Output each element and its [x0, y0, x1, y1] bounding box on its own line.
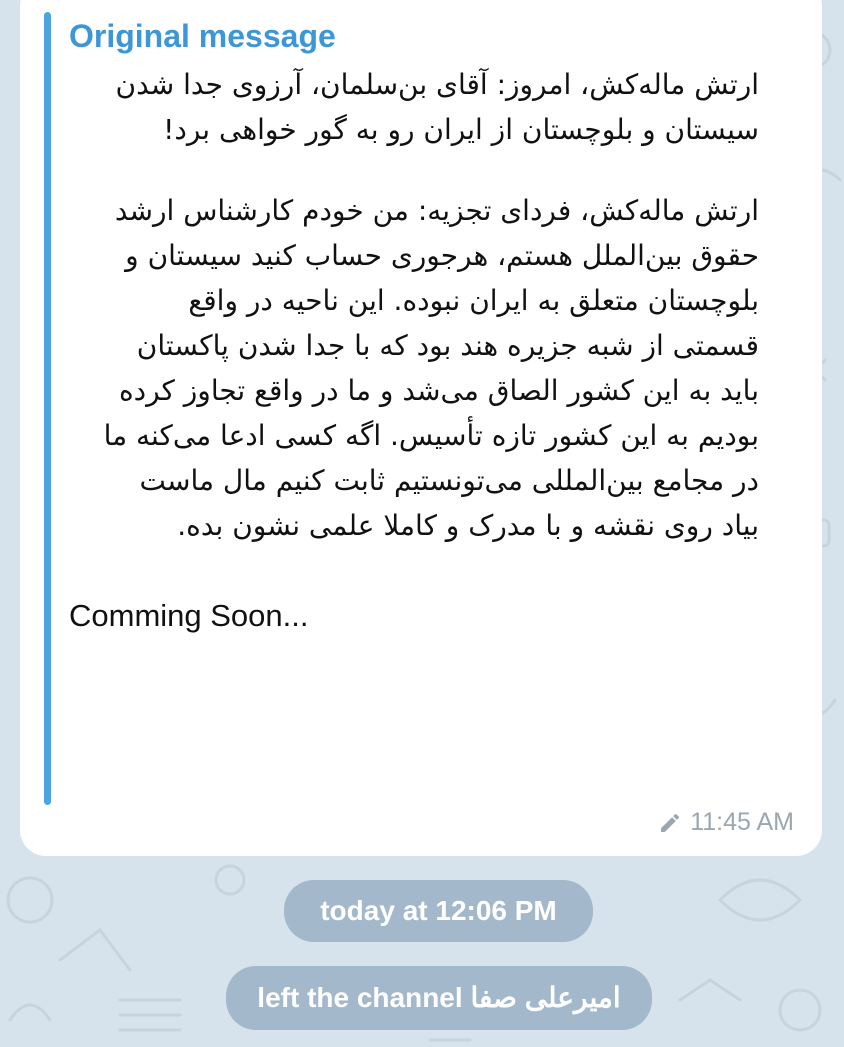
message-body: ارتش ماله‌کش، امروز: آقای بن‌سلمان، آرزو…	[69, 62, 759, 638]
message-paragraph-1: ارتش ماله‌کش، امروز: آقای بن‌سلمان، آرزو…	[115, 68, 759, 146]
left-text: left the channel	[257, 982, 463, 1013]
quote-title[interactable]: Original message	[69, 16, 336, 56]
quote-bar	[44, 12, 51, 805]
date-label: today at 12:06 PM	[320, 895, 557, 926]
date-separator: today at 12:06 PM	[284, 880, 593, 942]
message-time: 11:45 AM	[690, 808, 794, 836]
message-meta: 11:45 AM	[658, 808, 794, 837]
pencil-icon	[658, 811, 682, 835]
message-paragraph-2: ارتش ماله‌کش، فردای تجزیه: من خودم کارشن…	[103, 194, 759, 542]
chat-background: Original message ارتش ماله‌کش، امروز: آق…	[0, 0, 844, 1047]
user-name-link[interactable]: امیرعلی صفا	[470, 982, 620, 1013]
message-bubble[interactable]: Original message ارتش ماله‌کش، امروز: آق…	[20, 0, 822, 856]
service-message-left: left the channel امیرعلی صفا	[226, 966, 652, 1030]
message-paragraph-3: Comming Soon...	[69, 598, 309, 633]
